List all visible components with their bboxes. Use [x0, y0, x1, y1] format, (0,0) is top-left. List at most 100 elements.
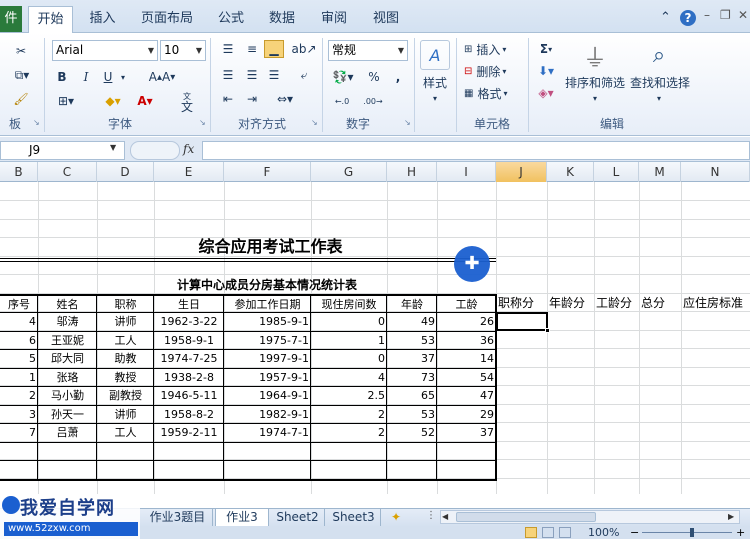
header-cell-extra[interactable]: 总分 — [641, 294, 681, 312]
fill-color-icon[interactable]: ◆▾ — [100, 92, 126, 110]
table-cell[interactable]: 36 — [437, 332, 496, 350]
increase-indent-icon[interactable]: ⇥ — [242, 90, 262, 108]
table-cell[interactable]: 王亚妮 — [38, 332, 97, 350]
column-header[interactable]: C — [38, 162, 97, 182]
sort-filter-icon[interactable]: ⏚ — [580, 40, 610, 72]
formula-resize-handle[interactable] — [130, 141, 180, 160]
tab-page-layout[interactable]: 页面布局 — [133, 6, 201, 33]
table-cell[interactable]: 47 — [437, 387, 496, 405]
name-box[interactable]: J9 — [0, 141, 125, 160]
italic-button[interactable]: I — [78, 68, 94, 86]
table-cell[interactable]: 54 — [437, 369, 496, 387]
fill-handle[interactable] — [545, 328, 550, 333]
column-header-selected[interactable]: J — [496, 162, 547, 182]
sheet-tab[interactable]: Sheet3 — [327, 509, 381, 526]
bold-button[interactable]: B — [54, 68, 70, 86]
table-cell[interactable]: 1964-9-1 — [224, 387, 311, 405]
tab-insert[interactable]: 插入 — [80, 6, 125, 33]
column-header[interactable]: B — [0, 162, 38, 182]
table-cell[interactable]: 53 — [387, 332, 437, 350]
help-icon[interactable]: ? — [680, 10, 696, 26]
column-header[interactable]: G — [311, 162, 387, 182]
formula-input[interactable] — [202, 141, 750, 160]
sort-filter-button[interactable]: 排序和筛选 — [563, 74, 627, 90]
table-cell[interactable]: 2 — [0, 387, 38, 405]
table-cell[interactable]: 2 — [311, 424, 387, 442]
fill-icon[interactable]: ⬇▾ — [534, 62, 558, 80]
underline-dropdown-icon[interactable]: ▾ — [118, 70, 128, 84]
table-cell[interactable]: 马小勤 — [38, 387, 97, 405]
table-cell[interactable]: 4 — [311, 369, 387, 387]
dialog-launcher-icon[interactable]: ↘ — [404, 118, 411, 127]
table-cell[interactable]: 65 — [387, 387, 437, 405]
tab-data[interactable]: 数据 — [260, 6, 304, 33]
dialog-launcher-icon[interactable]: ↘ — [33, 118, 40, 127]
table-cell[interactable]: 37 — [387, 350, 437, 368]
font-color-icon[interactable]: A▾ — [132, 92, 158, 110]
format-painter-icon[interactable]: 🖌 — [10, 90, 32, 108]
styles-button-label[interactable]: 样式 — [418, 74, 452, 90]
table-cell[interactable]: 53 — [387, 406, 437, 424]
cut-icon[interactable]: ✂ — [10, 42, 32, 60]
accounting-format-icon[interactable]: 💱▾ — [330, 68, 356, 86]
table-cell[interactable]: 5 — [0, 350, 38, 368]
delete-cells-button[interactable]: ⊟ 删除 ▾ — [464, 62, 524, 80]
column-header[interactable]: H — [387, 162, 437, 182]
phonetic-guide-icon[interactable]: 文文 — [172, 90, 202, 114]
insert-sheet-icon[interactable]: ✦ — [385, 509, 407, 526]
align-middle-icon[interactable]: ≡ — [242, 40, 262, 58]
header-cell-extra[interactable]: 应住房标准 — [683, 294, 750, 312]
table-cell[interactable]: 73 — [387, 369, 437, 387]
table-cell[interactable]: 1962-3-22 — [154, 313, 224, 331]
header-cell-extra[interactable]: 职称分 — [498, 294, 547, 312]
table-cell[interactable]: 1982-9-1 — [224, 406, 311, 424]
zoom-slider-thumb[interactable] — [690, 528, 694, 537]
table-cell[interactable]: 2 — [311, 406, 387, 424]
close-window-icon[interactable]: ✕ — [738, 8, 750, 24]
align-left-icon[interactable]: ☰ — [218, 66, 238, 84]
column-header[interactable]: K — [547, 162, 594, 182]
horizontal-scroll-thumb[interactable] — [456, 512, 596, 522]
minimize-window-icon[interactable]: – — [704, 8, 716, 24]
table-cell[interactable]: 1938-2-8 — [154, 369, 224, 387]
align-center-icon[interactable]: ☰ — [242, 66, 262, 84]
decrease-indent-icon[interactable]: ⇤ — [218, 90, 238, 108]
table-cell[interactable]: 26 — [437, 313, 496, 331]
table-cell[interactable]: 工人 — [97, 424, 154, 442]
table-cell[interactable]: 1958-9-1 — [154, 332, 224, 350]
table-cell[interactable]: 3 — [0, 406, 38, 424]
decrease-decimal-icon[interactable]: .00→ — [360, 92, 386, 110]
format-cells-button[interactable]: ▦ 格式 ▾ — [464, 84, 524, 102]
table-cell[interactable]: 1959-2-11 — [154, 424, 224, 442]
minimize-ribbon-icon[interactable]: ⌃ — [660, 10, 676, 26]
table-cell[interactable]: 1985-9-1 — [224, 313, 311, 331]
tab-home[interactable]: 开始 — [28, 6, 73, 34]
table-cell[interactable]: 1958-8-2 — [154, 406, 224, 424]
table-cell[interactable]: 邬涛 — [38, 313, 97, 331]
tab-formulas[interactable]: 公式 — [210, 6, 252, 33]
header-cell-extra[interactable]: 年龄分 — [549, 294, 594, 312]
number-format-combo[interactable]: 常规 ▼ — [328, 40, 408, 61]
table-cell[interactable]: 14 — [437, 350, 496, 368]
table-cell[interactable]: 1997-9-1 — [224, 350, 311, 368]
normal-view-icon[interactable] — [525, 527, 537, 538]
zoom-slider[interactable] — [642, 532, 732, 533]
table-cell[interactable]: 37 — [437, 424, 496, 442]
table-cell[interactable]: 7 — [0, 424, 38, 442]
name-box-dropdown-icon[interactable]: ▼ — [110, 143, 116, 152]
sheet-tab[interactable]: 作业3题目 — [143, 509, 213, 526]
table-cell[interactable]: 助教 — [97, 350, 154, 368]
table-cell[interactable]: 孙天一 — [38, 406, 97, 424]
find-select-dropdown-icon[interactable]: ▾ — [654, 92, 664, 104]
table-cell[interactable]: 1 — [311, 332, 387, 350]
autosum-button[interactable]: Σ ▾ — [534, 40, 558, 58]
font-name-combo[interactable]: Arial ▼ — [52, 40, 158, 61]
sheet-tab-active[interactable]: 作业3 — [215, 509, 269, 527]
styles-dropdown-icon[interactable]: ▾ — [428, 92, 442, 104]
table-cell[interactable]: 2.5 — [311, 387, 387, 405]
percent-style-button[interactable]: % — [366, 68, 382, 86]
sheet-tab[interactable]: Sheet2 — [271, 509, 325, 526]
table-cell[interactable]: 1957-9-1 — [224, 369, 311, 387]
table-cell[interactable]: 49 — [387, 313, 437, 331]
page-break-view-icon[interactable] — [559, 527, 571, 538]
